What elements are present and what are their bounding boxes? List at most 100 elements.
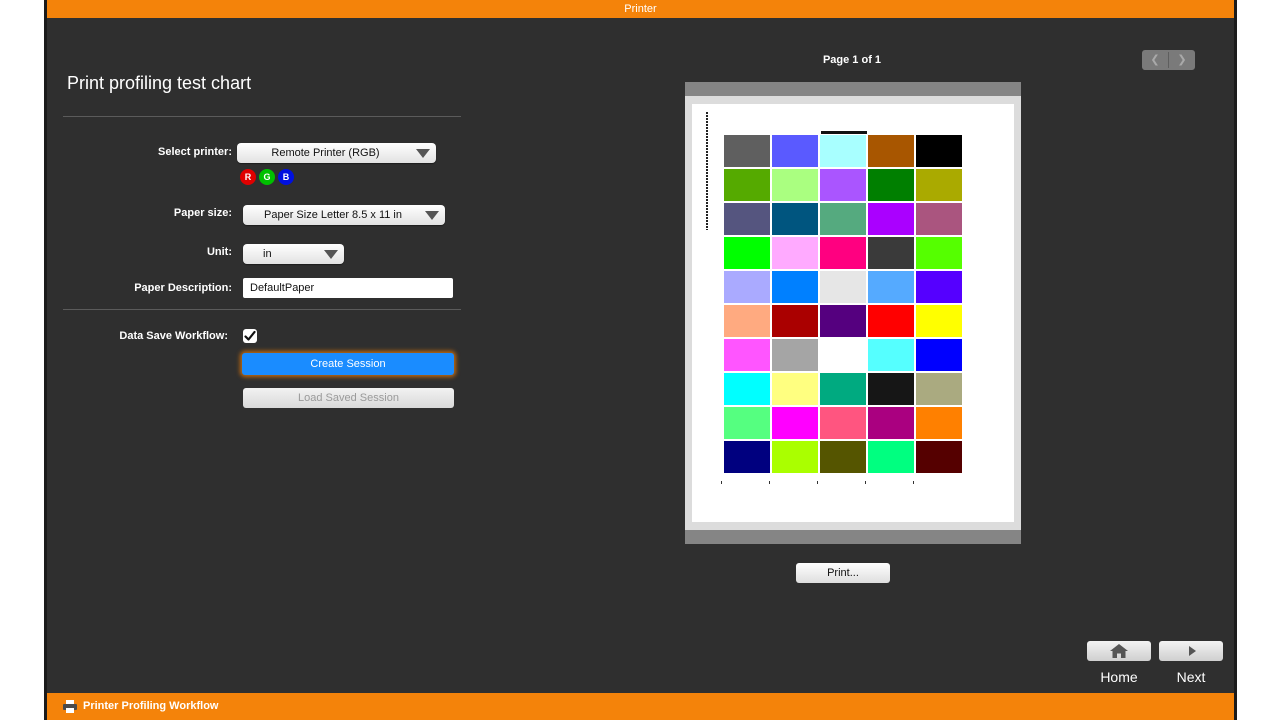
color-patch	[916, 135, 962, 167]
color-patch	[820, 169, 866, 201]
title-bar: Printer	[47, 0, 1234, 18]
chart-base-tick	[865, 481, 866, 484]
chevron-down-icon	[416, 149, 430, 158]
chart-base-tick	[769, 481, 770, 484]
chart-base-tick	[913, 481, 914, 484]
color-patch	[820, 339, 866, 371]
workflow-label: Printer Profiling Workflow	[83, 700, 219, 712]
print-button[interactable]: Print...	[796, 563, 890, 583]
chart-top-mark	[821, 131, 867, 134]
color-patch	[724, 271, 770, 303]
color-patch	[724, 203, 770, 235]
paper-size-label: Paper size:	[173, 207, 232, 219]
chevron-left-icon: ❮	[1150, 54, 1160, 66]
chevron-down-icon	[425, 211, 439, 220]
window-title: Printer	[624, 3, 657, 15]
color-patch	[772, 237, 818, 269]
channel-r-badge: R	[240, 169, 256, 185]
page-title: Print profiling test chart	[67, 73, 252, 93]
home-label: Home	[1100, 669, 1138, 685]
load-saved-session-button[interactable]: Load Saved Session	[243, 388, 454, 408]
printer-select[interactable]: Remote Printer (RGB)	[237, 143, 436, 163]
color-patch-grid	[724, 135, 964, 473]
home-icon	[1110, 644, 1128, 658]
printer-select-value: Remote Printer (RGB)	[271, 147, 380, 159]
color-patch	[916, 373, 962, 405]
chart-side-label	[706, 112, 708, 230]
channel-b-badge: B	[278, 169, 294, 185]
color-patch	[916, 271, 962, 303]
app-window: Printer Print profiling test chart Selec…	[47, 0, 1234, 720]
color-patch	[772, 135, 818, 167]
next-button[interactable]	[1159, 641, 1223, 661]
data-save-workflow-checkbox[interactable]	[243, 329, 257, 343]
color-patch	[772, 373, 818, 405]
divider-top	[63, 116, 461, 117]
color-patch	[916, 407, 962, 439]
home-button[interactable]	[1087, 641, 1151, 661]
play-icon	[1189, 646, 1196, 656]
color-patch	[772, 271, 818, 303]
color-patch	[724, 407, 770, 439]
color-patch	[820, 441, 866, 473]
color-patch	[868, 271, 914, 303]
color-patch	[916, 237, 962, 269]
unit-select[interactable]: in	[243, 244, 344, 264]
color-patch	[772, 441, 818, 473]
color-patch	[916, 339, 962, 371]
color-patch	[724, 373, 770, 405]
chart-base-tick	[721, 481, 722, 484]
color-patch	[916, 169, 962, 201]
chevron-right-icon: ❯	[1177, 54, 1187, 66]
color-patch	[820, 237, 866, 269]
paper-description-label: Paper Description:	[134, 282, 232, 294]
channel-g-badge: G	[259, 169, 275, 185]
color-patch	[724, 237, 770, 269]
color-patch	[820, 135, 866, 167]
color-patch	[820, 203, 866, 235]
color-patch	[772, 305, 818, 337]
color-patch	[916, 305, 962, 337]
color-patch	[724, 305, 770, 337]
chart-base-tick	[817, 481, 818, 484]
color-patch	[868, 441, 914, 473]
checkmark-icon	[244, 330, 256, 341]
unit-label: Unit:	[206, 246, 232, 258]
color-patch	[916, 203, 962, 235]
color-patch	[868, 407, 914, 439]
paper-description-input[interactable]: DefaultPaper	[243, 278, 453, 298]
color-patch	[724, 169, 770, 201]
select-printer-label: Select printer:	[158, 146, 232, 158]
color-patch	[868, 169, 914, 201]
page-pager[interactable]: ❮ ❯	[1142, 50, 1195, 70]
color-patch	[772, 169, 818, 201]
create-session-button[interactable]: Create Session	[242, 353, 454, 375]
color-patch	[868, 237, 914, 269]
color-patch	[724, 441, 770, 473]
page-indicator: Page 1 of 1	[822, 54, 882, 66]
previous-page-button[interactable]: ❮	[1142, 50, 1168, 70]
divider-bottom	[63, 309, 461, 310]
printer-icon	[63, 700, 77, 713]
paper-size-value: Paper Size Letter 8.5 x 11 in	[264, 209, 402, 221]
data-save-workflow-label: Data Save Workflow:	[119, 330, 228, 342]
color-patch	[916, 441, 962, 473]
color-patch	[868, 339, 914, 371]
color-patch	[772, 203, 818, 235]
color-patch	[820, 407, 866, 439]
color-patch	[868, 203, 914, 235]
next-page-button[interactable]: ❯	[1169, 50, 1195, 70]
window-edge-right	[1234, 0, 1237, 720]
color-patch	[820, 373, 866, 405]
color-patch	[868, 135, 914, 167]
color-patch	[820, 271, 866, 303]
next-label: Next	[1176, 669, 1206, 685]
color-patch	[772, 339, 818, 371]
color-patch	[724, 135, 770, 167]
color-patch	[724, 339, 770, 371]
chevron-down-icon	[324, 250, 338, 259]
color-patch	[820, 305, 866, 337]
status-bar: Printer Profiling Workflow	[47, 693, 1234, 720]
paper-size-select[interactable]: Paper Size Letter 8.5 x 11 in	[243, 205, 445, 225]
unit-value: in	[263, 248, 272, 260]
